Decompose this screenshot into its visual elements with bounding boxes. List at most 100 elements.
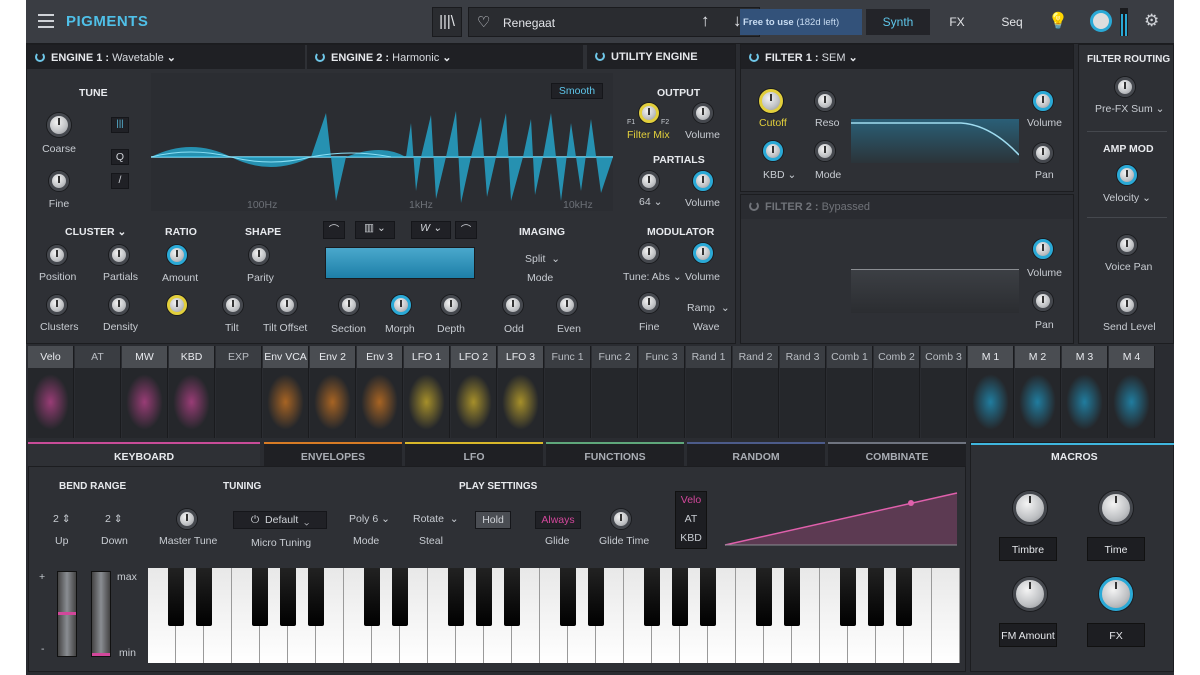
menu-icon[interactable] <box>38 14 54 28</box>
glide-mode-button[interactable]: Always <box>535 511 581 529</box>
ratio-mod-knob[interactable] <box>167 295 187 315</box>
power-icon[interactable] <box>315 52 325 62</box>
tab-fx[interactable]: FX <box>936 15 978 29</box>
even-knob[interactable] <box>557 295 577 315</box>
send-level-knob[interactable] <box>1117 295 1137 315</box>
partials-knob[interactable] <box>109 245 129 265</box>
ampmod-knob[interactable] <box>1117 165 1137 185</box>
poly-select[interactable]: Poly 6 ⌄ <box>349 513 390 525</box>
reso-knob[interactable] <box>815 91 835 111</box>
black-key[interactable] <box>504 568 520 626</box>
power-icon[interactable] <box>749 201 759 211</box>
tilt-offset-knob[interactable] <box>277 295 297 315</box>
vel-source-at[interactable]: AT <box>676 513 706 525</box>
mod-slot-func-3[interactable]: Func 3 <box>639 346 685 438</box>
mod-slot-lfo-2[interactable]: LFO 2 <box>451 346 497 438</box>
voice-pan-knob[interactable] <box>1117 235 1137 255</box>
macro-fm-amount-knob[interactable] <box>1013 577 1047 611</box>
black-key[interactable] <box>280 568 296 626</box>
steal-select[interactable]: Rotate ⌄ <box>413 513 459 525</box>
mode-knob[interactable] <box>815 141 835 161</box>
black-key[interactable] <box>308 568 324 626</box>
mod-slot-m-3[interactable]: M 3 <box>1062 346 1108 438</box>
black-key[interactable] <box>588 568 604 626</box>
odd-knob[interactable] <box>503 295 523 315</box>
vel-source-kbd[interactable]: KBD <box>676 532 706 544</box>
macro-time-knob[interactable] <box>1099 491 1133 525</box>
black-key[interactable] <box>644 568 660 626</box>
black-key[interactable] <box>560 568 576 626</box>
filter2-pan-knob[interactable] <box>1033 291 1053 311</box>
pencil-icon[interactable]: / <box>111 173 129 189</box>
output-volume-knob[interactable] <box>693 103 713 123</box>
mod-slot-rand-2[interactable]: Rand 2 <box>733 346 779 438</box>
kbd-select[interactable]: KBD ⌄ <box>763 169 796 181</box>
macro-fx-label[interactable]: FX <box>1087 623 1145 647</box>
mod-slot-comb-3[interactable]: Comb 3 <box>921 346 967 438</box>
mod-slot-exp[interactable]: EXP <box>216 346 262 438</box>
black-key[interactable] <box>672 568 688 626</box>
modulator-wave-select[interactable]: Ramp ⌄ <box>687 302 730 314</box>
preset-browser[interactable]: ♡ Renegaat ↑ ↓ <box>468 7 760 37</box>
mod-slot-at[interactable]: AT <box>75 346 121 438</box>
lightbulb-icon[interactable]: 💡 <box>1048 11 1068 31</box>
tab-seq[interactable]: Seq <box>992 15 1032 29</box>
mod-slot-rand-1[interactable]: Rand 1 <box>686 346 732 438</box>
settings-gear-icon[interactable]: ⚙ <box>1144 11 1159 31</box>
black-key[interactable] <box>168 568 184 626</box>
tab-combinate[interactable]: COMBINATE <box>828 442 966 466</box>
coarse-knob[interactable] <box>47 113 71 137</box>
filter1-pan-knob[interactable] <box>1033 143 1053 163</box>
black-key[interactable] <box>840 568 856 626</box>
modulator-fine-knob[interactable] <box>639 293 659 313</box>
tab-random[interactable]: RANDOM <box>687 442 825 466</box>
macro-time-label[interactable]: Time <box>1087 537 1145 561</box>
master-tune-knob[interactable] <box>177 509 197 529</box>
tab-synth[interactable]: Synth <box>866 9 930 35</box>
pitch-wheel[interactable] <box>57 571 77 657</box>
black-key[interactable] <box>252 568 268 626</box>
heart-icon[interactable]: ♡ <box>477 13 490 31</box>
position-knob[interactable] <box>47 245 67 265</box>
macro-timbre-label[interactable]: Timbre <box>999 537 1057 561</box>
free-badge[interactable]: Free to use (182d left) <box>740 9 862 35</box>
modulator-tune-knob[interactable] <box>639 243 659 263</box>
mod-slot-m-2[interactable]: M 2 <box>1015 346 1061 438</box>
tab-lfo[interactable]: LFO <box>405 442 543 466</box>
white-key[interactable] <box>932 568 960 663</box>
morph-knob[interactable] <box>391 295 411 315</box>
shape-select-4[interactable]: ⌒ <box>455 221 477 239</box>
routing-mode-select[interactable]: Pre-FX Sum ⌄ <box>1095 103 1164 115</box>
mod-wheel[interactable] <box>91 571 111 657</box>
mod-slot-lfo-3[interactable]: LFO 3 <box>498 346 544 438</box>
mod-slot-func-2[interactable]: Func 2 <box>592 346 638 438</box>
parity-knob[interactable] <box>249 245 269 265</box>
library-button[interactable]: |||\ <box>432 7 462 37</box>
velocity-curve[interactable] <box>721 487 961 549</box>
shape-select-3[interactable]: W ⌄ <box>411 221 451 239</box>
glide-time-knob[interactable] <box>611 509 631 529</box>
prev-preset-icon[interactable]: ↑ <box>701 11 710 31</box>
tilt-knob[interactable] <box>223 295 243 315</box>
filter2-header[interactable]: FILTER 2 : Bypassed <box>741 195 1073 219</box>
ampmod-source-select[interactable]: Velocity ⌄ <box>1103 192 1151 204</box>
mod-slot-env-vca[interactable]: Env VCA <box>263 346 309 438</box>
engine1-header[interactable]: ENGINE 1 : Wavetable ⌄ <box>27 45 305 69</box>
partials-count[interactable]: 64 ⌄ <box>639 196 662 208</box>
filter2-volume-knob[interactable] <box>1033 239 1053 259</box>
mod-slot-velo[interactable]: Velo <box>28 346 74 438</box>
quantize-button[interactable]: Q <box>111 149 129 165</box>
filter-mix-knob[interactable] <box>639 103 659 123</box>
ratio-amount-knob[interactable] <box>167 245 187 265</box>
hold-button[interactable]: Hold <box>475 511 511 529</box>
black-key[interactable] <box>784 568 800 626</box>
tab-functions[interactable]: FUNCTIONS <box>546 442 684 466</box>
mod-slot-mw[interactable]: MW <box>122 346 168 438</box>
bend-down-value[interactable]: 2 ⇕ <box>105 513 123 525</box>
black-key[interactable] <box>896 568 912 626</box>
black-key[interactable] <box>756 568 772 626</box>
shape-select-1[interactable]: ⌒ <box>323 221 345 239</box>
tab-keyboard[interactable]: KEYBOARD <box>28 442 260 466</box>
macro-fx-knob[interactable] <box>1099 577 1133 611</box>
tune-mode-button[interactable]: ||| <box>111 117 129 133</box>
